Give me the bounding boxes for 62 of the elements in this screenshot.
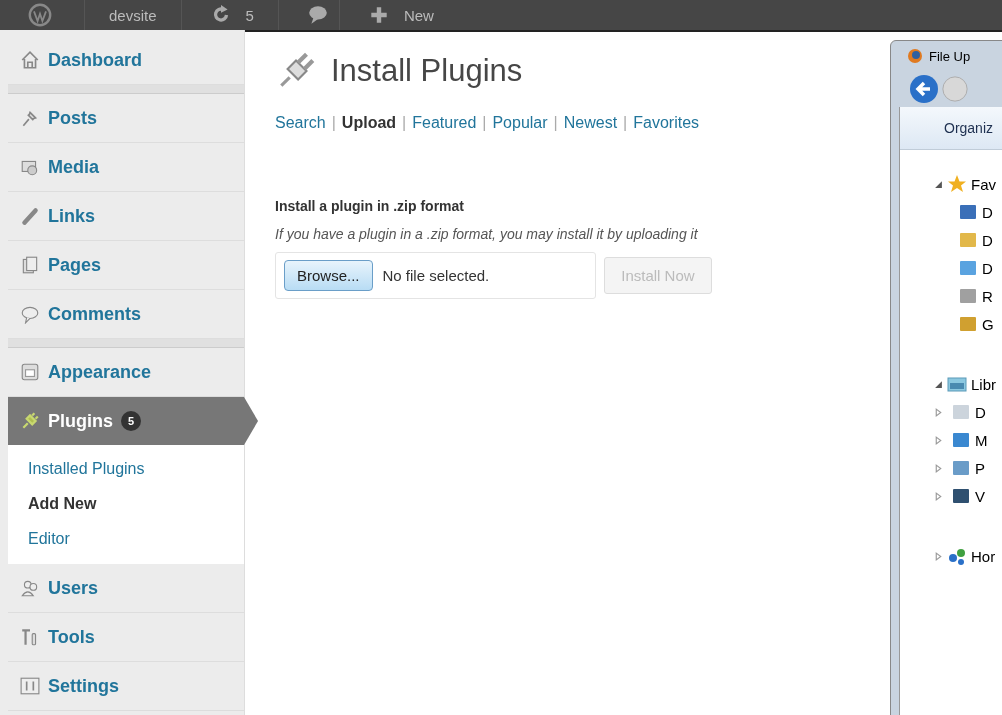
page-title: Install Plugins [331,53,523,89]
pushpin-icon [20,108,40,128]
tab-separator: | [482,114,487,132]
new-link[interactable]: New [389,6,448,24]
browse-button[interactable]: Browse... [284,260,373,291]
tree-item[interactable]: Fav [971,175,996,193]
tree-item[interactable]: G [982,315,994,333]
tab-separator: | [623,114,628,132]
tab-separator: | [402,114,407,132]
dialog-title: File Up [929,48,971,64]
menu-item[interactable]: Links [8,192,244,241]
file-status: No file selected. [382,267,490,284]
users-icon [20,578,40,598]
pages-icon [20,255,40,275]
tab-separator: | [331,114,336,132]
tab-link[interactable]: Favorites [633,114,700,132]
organize-menu[interactable]: Organiz [944,120,994,136]
tree-item[interactable]: R [982,287,993,305]
tab-link[interactable]: Search [275,114,326,132]
tab-link[interactable]: Upload [341,114,397,132]
submenu-item[interactable]: Add New [28,486,244,521]
section-heading: Install a plugin in .zip format [275,198,464,214]
tab-link[interactable]: Popular [492,114,548,132]
tree-item[interactable]: V [975,487,985,505]
tree-item[interactable]: D [982,259,993,277]
tree-item[interactable]: Libr [971,375,996,393]
menu-item[interactable]: Posts [8,94,244,143]
menu-item[interactable]: Media [8,143,244,192]
count-badge: 5 [121,411,141,431]
expander-icon[interactable] [934,379,943,389]
expander-icon[interactable] [934,179,943,189]
speech-bubble-icon [20,304,40,324]
menu-item[interactable]: Pages [8,241,244,290]
window-icon [20,362,40,382]
star-icon [947,174,967,194]
speech-bubble-icon[interactable] [306,4,329,26]
back-icon[interactable] [909,74,939,104]
submenu-item[interactable]: Editor [28,521,244,556]
menu-item[interactable]: Plugins 5 [8,397,258,445]
tree-item[interactable]: D [975,403,986,421]
browser-icon [907,48,923,64]
tab-link[interactable]: Featured [412,114,477,132]
logo-icon[interactable] [28,3,52,27]
tree-item[interactable]: Hor [971,547,996,565]
menu-item[interactable]: Users [8,564,244,613]
house-icon [20,50,40,70]
tab-link[interactable]: Newest [563,114,618,132]
menu-item[interactable]: Tools [8,613,244,662]
tree-item[interactable]: D [982,203,993,221]
submenu-item[interactable]: Installed Plugins [28,451,244,486]
update-count[interactable]: 5 [231,6,268,24]
tab-separator: | [553,114,558,132]
tree-item[interactable]: D [982,231,993,249]
plug-icon [20,411,40,431]
settings-icon [20,676,40,696]
tree-item[interactable]: P [975,459,985,477]
network-icon [947,546,967,566]
description-text: If you have a plugin in a .zip format, you may install it by uploading it [275,226,698,242]
menu-item[interactable]: Settings [8,662,244,711]
site-link[interactable]: devsite [95,6,171,24]
tree-item[interactable]: M [975,431,988,449]
file-input[interactable]: Browse... No file selected. [275,252,597,299]
